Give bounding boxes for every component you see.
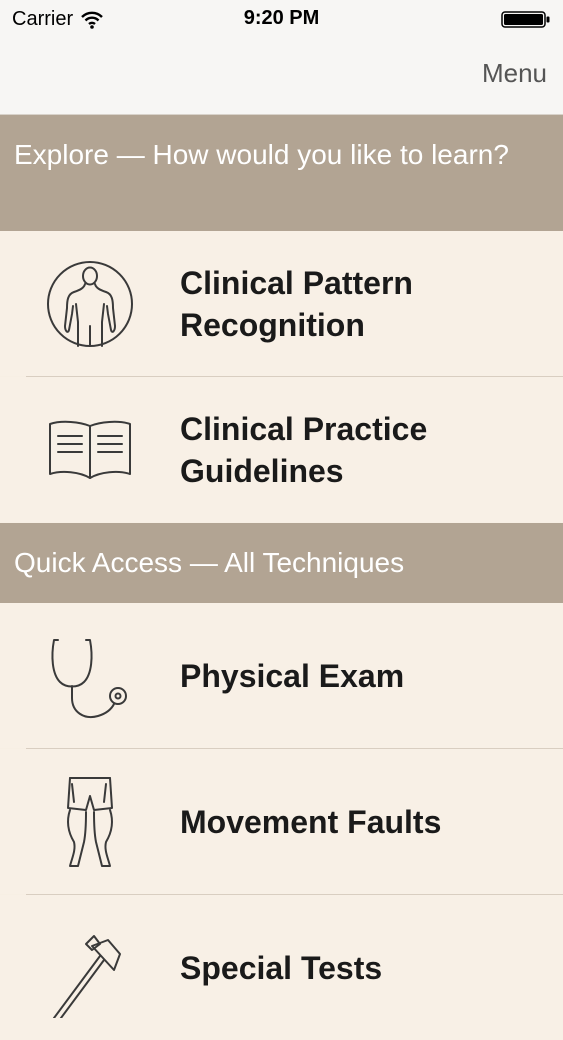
stethoscope-icon [40, 626, 140, 726]
nav-bar: Menu [0, 40, 563, 115]
battery-icon [501, 11, 551, 28]
list-item-label: Clinical Pattern Recognition [180, 264, 413, 343]
list-item-clinical-practice-guidelines[interactable]: Clinical Practice Guidelines [0, 377, 563, 522]
list-item-label: Clinical Practice Guidelines [180, 410, 428, 489]
list-item-label: Physical Exam [180, 657, 405, 694]
reflex-hammer-icon [40, 918, 140, 1023]
menu-button[interactable]: Menu [482, 58, 547, 89]
status-time: 9:20 PM [243, 7, 320, 29]
section-header-quick-access: Quick Access — All Techniques [0, 523, 563, 603]
legs-icon [40, 772, 140, 872]
body-circle-icon [40, 254, 140, 354]
list-item-label: Special Tests [180, 949, 383, 986]
list-item-label: Movement Faults [180, 803, 442, 840]
book-icon [40, 400, 140, 500]
section-header-explore: Explore — How would you like to learn? [0, 115, 563, 231]
section-header-explore-label: Explore — How would you like to learn? [14, 139, 509, 170]
list-item-movement-faults[interactable]: Movement Faults [0, 749, 563, 894]
list-item-special-tests[interactable]: Special Tests [0, 895, 563, 1040]
section-header-quick-access-label: Quick Access — All Techniques [14, 547, 405, 578]
status-bar: Carrier 9:20 PM [0, 0, 563, 40]
list-item-clinical-pattern-recognition[interactable]: Clinical Pattern Recognition [0, 231, 563, 376]
list-item-physical-exam[interactable]: Physical Exam [0, 603, 563, 748]
